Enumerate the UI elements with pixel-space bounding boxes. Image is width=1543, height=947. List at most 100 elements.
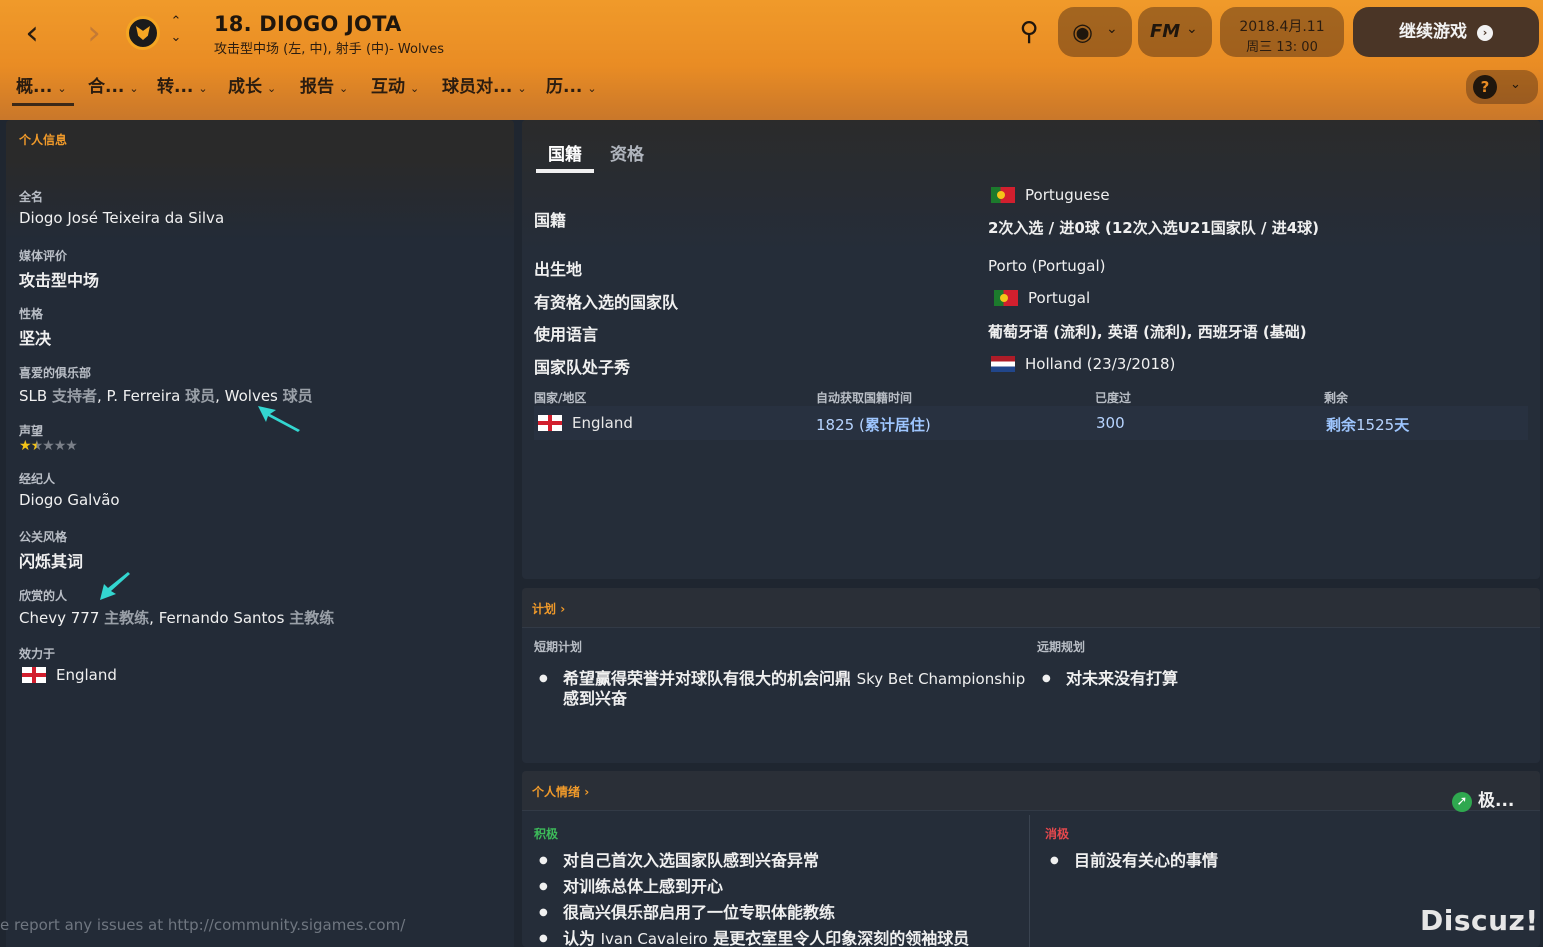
favourite-clubs: SLB 支持者, P. Ferreira 球员, Wolves 球员 [19, 387, 313, 405]
england-flag-icon [22, 667, 46, 683]
international-debut[interactable]: Holland (23/3/2018) [991, 355, 1175, 373]
agent-label: 经纪人 [19, 472, 56, 486]
admired-person-link[interactable]: Chevy 777 [19, 609, 99, 627]
portugal-flag-icon [991, 187, 1015, 203]
forward-arrow-icon[interactable]: › [74, 14, 114, 54]
debut-label: 国家队处子秀 [534, 358, 631, 377]
continue-game-button[interactable]: 继续游戏 › [1353, 7, 1539, 57]
admired-label: 欣赏的人 [19, 589, 68, 603]
arrow-right-icon: › [1477, 25, 1493, 41]
international-caps: 2次入选 / 进0球 (12次入选U21国家队 / 进4球) [988, 219, 1320, 237]
player-subtitle: 攻击型中场 (左, 中), 射手 (中)- Wolves [214, 42, 445, 57]
page-title: 18. DIOGO JOTA [214, 12, 402, 36]
long-term-plan: 对未来没有打算 [1042, 669, 1178, 688]
positive-item: 很高兴俱乐部启用了一位专职体能教练 [539, 903, 835, 922]
tab-interaction[interactable]: 互动 ⌄ [371, 72, 419, 106]
row-remaining: 剩余1525天 [1326, 416, 1410, 434]
england-flag-icon [538, 415, 562, 431]
plays-for[interactable]: England [22, 666, 117, 684]
help-icon: ? [1473, 75, 1497, 99]
nationality-label: 国籍 [534, 211, 567, 230]
tab-reports[interactable]: 报告 ⌄ [300, 72, 348, 106]
row-auto-time: 1825 (累计居住) [816, 416, 931, 434]
half-star-icon: ★ [30, 438, 44, 454]
full-name: Diogo José Teixeira da Silva [19, 209, 225, 227]
mood-heading[interactable]: 个人情绪 › [522, 771, 1540, 811]
eligible-label: 有资格入选的国家队 [534, 293, 679, 312]
continue-label: 继续游戏 [1399, 22, 1467, 42]
search-icon[interactable]: ⚲ [1010, 14, 1048, 52]
nationality-panel: 国籍 资格 国籍 Portuguese 2次入选 / 进0球 (12次入选U21… [522, 120, 1540, 579]
row-spent: 300 [1096, 414, 1125, 432]
pr-style: 闪烁其词 [19, 552, 84, 571]
pr-style-label: 公关风格 [19, 530, 68, 544]
birthplace[interactable]: Porto (Portugal) [988, 257, 1106, 275]
reputation-stars: ★★★★★ [19, 438, 78, 454]
plans-panel: 计划 › 短期计划 希望赢得荣誉并对球队有很大的机会问鼎 Sky Bet Cha… [522, 588, 1540, 763]
plays-for-label: 效力于 [19, 647, 56, 661]
tab-transfer[interactable]: 转... ⌄ [157, 72, 208, 106]
back-arrow-icon[interactable]: ‹ [12, 14, 52, 54]
club-crest-icon[interactable] [126, 16, 160, 50]
star-icon: ★ [42, 438, 55, 454]
help-button[interactable]: ? ⌄ [1466, 70, 1538, 104]
fav-club-link[interactable]: P. Ferreira [107, 387, 181, 405]
time-text: 周三 13: 00 [1246, 40, 1318, 55]
tab-overview[interactable]: 概... ⌄ [12, 72, 74, 106]
star-icon: ★ [65, 438, 78, 454]
column-header-spent: 已度过 [1095, 391, 1132, 405]
tab-history[interactable]: 历... ⌄ [546, 72, 597, 106]
languages: 葡萄牙语 (流利), 英语 (流利), 西班牙语 (基础) [988, 323, 1307, 341]
language-label: 使用语言 [534, 325, 599, 344]
personality-label: 性格 [19, 307, 44, 321]
reputation-label: 声望 [19, 424, 44, 438]
eligible-nation[interactable]: Portugal [994, 289, 1090, 307]
positive-item: 对训练总体上感到开心 [539, 877, 723, 896]
full-name-label: 全名 [19, 190, 44, 204]
tab-comparison[interactable]: 球员对... ⌄ [442, 72, 527, 106]
fav-club-link[interactable]: Wolves [225, 387, 278, 405]
active-tab-indicator [536, 169, 594, 173]
footer-report-note: e report any issues at http://community.… [0, 916, 406, 934]
fm-menu-button[interactable]: FM ⌄ [1138, 7, 1212, 57]
mouse-cursor-icon [258, 406, 300, 432]
fav-club-role: 支持者 [51, 387, 97, 405]
admired-people: Chevy 777 主教练, Fernando Santos 主教练 [19, 609, 335, 627]
residency-note: 累计居住 [864, 416, 925, 434]
game-date[interactable]: 2018.4月.11 周三 13: 00 [1220, 7, 1344, 57]
media-description: 攻击型中场 [19, 271, 100, 290]
favourite-clubs-label: 喜爱的俱乐部 [19, 366, 92, 380]
tab-development[interactable]: 成长 ⌄ [228, 72, 276, 106]
check-icon: ➚ [1452, 792, 1472, 812]
fav-club-link[interactable]: SLB [19, 387, 47, 405]
top-header: ‹ › ⌃ ⌄ 18. DIOGO JOTA 攻击型中场 (左, 中), 射手 (… [0, 0, 1543, 120]
column-divider [1029, 815, 1030, 947]
media-label: 媒体评价 [19, 249, 68, 263]
mood-status: ➚ 极... [1452, 786, 1514, 812]
globe-menu-button[interactable]: ◉ ⌄ [1058, 7, 1132, 57]
fm-logo-icon: FM [1150, 21, 1181, 42]
chevron-down-icon: ⌄ [1186, 21, 1198, 37]
tab-nationality[interactable]: 国籍 [548, 140, 582, 165]
chevron-down-icon: ⌄ [1106, 21, 1118, 37]
admired-role: 主教练 [104, 609, 150, 627]
star-icon: ★ [19, 438, 32, 454]
fav-club-role: 球员 [282, 387, 313, 405]
mood-panel: 个人情绪 › ➚极... 积极 对自己首次入选国家队感到兴奋异常 对训练总体上感… [522, 771, 1540, 947]
tab-eligibility[interactable]: 资格 [610, 140, 644, 165]
agent-name[interactable]: Diogo Galvão [19, 491, 120, 509]
column-header-remaining: 剩余 [1324, 391, 1349, 405]
admired-person-link[interactable]: Fernando Santos [159, 609, 285, 627]
plans-heading[interactable]: 计划 › [522, 588, 1540, 628]
nationality-value[interactable]: Portuguese [991, 186, 1110, 204]
netherlands-flag-icon [991, 356, 1015, 372]
column-header-auto-time: 自动获取国籍时间 [816, 391, 913, 405]
globe-icon: ◉ [1072, 18, 1093, 46]
row-country[interactable]: England [538, 414, 633, 432]
fav-club-role: 球员 [185, 387, 216, 405]
tab-contract[interactable]: 合... ⌄ [88, 72, 139, 106]
panel-header-fade [6, 160, 514, 240]
player-switch-arrows-icon[interactable]: ⌃ ⌄ [166, 14, 186, 50]
negative-item: 目前没有关心的事情 [1050, 851, 1218, 870]
long-term-label: 远期规划 [1037, 640, 1086, 654]
